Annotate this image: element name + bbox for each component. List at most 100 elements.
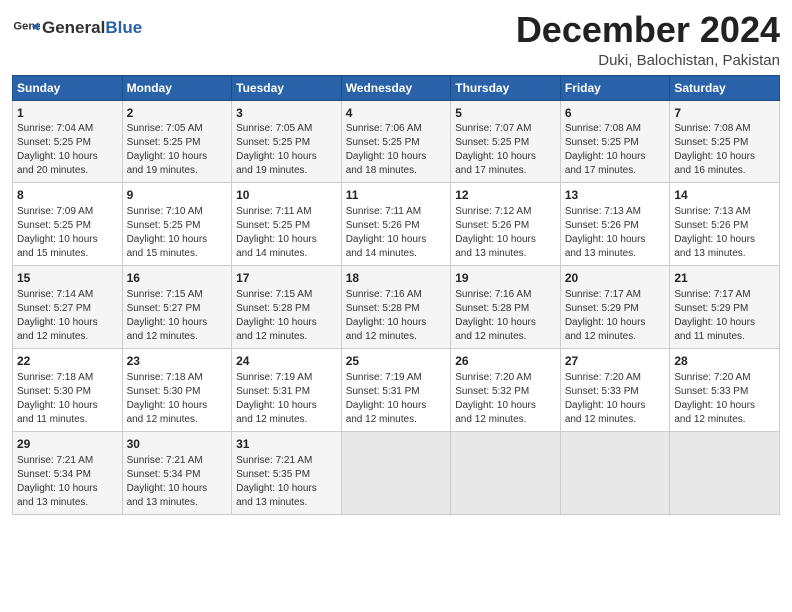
- calendar-cell: 7Sunrise: 7:08 AMSunset: 5:25 PMDaylight…: [670, 100, 780, 183]
- day-number: 23: [127, 353, 228, 370]
- day-number: 7: [674, 105, 775, 122]
- day-info: Sunrise: 7:20 AMSunset: 5:33 PMDaylight:…: [565, 371, 666, 427]
- calendar-cell: 18Sunrise: 7:16 AMSunset: 5:28 PMDayligh…: [341, 266, 451, 349]
- day-number: 29: [17, 436, 118, 453]
- calendar-cell: [670, 431, 780, 514]
- day-info: Sunrise: 7:13 AMSunset: 5:26 PMDaylight:…: [674, 205, 775, 261]
- title-section: December 2024 Duki, Balochistan, Pakista…: [516, 10, 780, 69]
- header-thursday: Thursday: [451, 75, 561, 100]
- day-info: Sunrise: 7:16 AMSunset: 5:28 PMDaylight:…: [346, 288, 447, 344]
- day-info: Sunrise: 7:05 AMSunset: 5:25 PMDaylight:…: [236, 122, 337, 178]
- day-info: Sunrise: 7:04 AMSunset: 5:25 PMDaylight:…: [17, 122, 118, 178]
- day-number: 1: [17, 105, 118, 122]
- day-number: 3: [236, 105, 337, 122]
- day-info: Sunrise: 7:11 AMSunset: 5:26 PMDaylight:…: [346, 205, 447, 261]
- day-number: 30: [127, 436, 228, 453]
- calendar-cell: 21Sunrise: 7:17 AMSunset: 5:29 PMDayligh…: [670, 266, 780, 349]
- day-info: Sunrise: 7:16 AMSunset: 5:28 PMDaylight:…: [455, 288, 556, 344]
- header-tuesday: Tuesday: [232, 75, 342, 100]
- day-number: 13: [565, 187, 666, 204]
- header-saturday: Saturday: [670, 75, 780, 100]
- day-info: Sunrise: 7:19 AMSunset: 5:31 PMDaylight:…: [236, 371, 337, 427]
- day-number: 16: [127, 270, 228, 287]
- calendar-cell: 16Sunrise: 7:15 AMSunset: 5:27 PMDayligh…: [122, 266, 232, 349]
- location: Duki, Balochistan, Pakistan: [516, 52, 780, 69]
- day-info: Sunrise: 7:18 AMSunset: 5:30 PMDaylight:…: [17, 371, 118, 427]
- calendar-cell: 30Sunrise: 7:21 AMSunset: 5:34 PMDayligh…: [122, 431, 232, 514]
- day-number: 9: [127, 187, 228, 204]
- day-number: 18: [346, 270, 447, 287]
- day-number: 22: [17, 353, 118, 370]
- day-info: Sunrise: 7:05 AMSunset: 5:25 PMDaylight:…: [127, 122, 228, 178]
- day-number: 17: [236, 270, 337, 287]
- calendar-cell: 15Sunrise: 7:14 AMSunset: 5:27 PMDayligh…: [13, 266, 123, 349]
- logo-blue: Blue: [105, 18, 142, 37]
- calendar-cell: 8Sunrise: 7:09 AMSunset: 5:25 PMDaylight…: [13, 183, 123, 266]
- calendar-cell: 2Sunrise: 7:05 AMSunset: 5:25 PMDaylight…: [122, 100, 232, 183]
- day-number: 15: [17, 270, 118, 287]
- day-number: 25: [346, 353, 447, 370]
- day-number: 14: [674, 187, 775, 204]
- calendar-cell: 13Sunrise: 7:13 AMSunset: 5:26 PMDayligh…: [560, 183, 670, 266]
- day-info: Sunrise: 7:11 AMSunset: 5:25 PMDaylight:…: [236, 205, 337, 261]
- calendar-cell: 11Sunrise: 7:11 AMSunset: 5:26 PMDayligh…: [341, 183, 451, 266]
- calendar-cell: 24Sunrise: 7:19 AMSunset: 5:31 PMDayligh…: [232, 348, 342, 431]
- calendar-cell: 10Sunrise: 7:11 AMSunset: 5:25 PMDayligh…: [232, 183, 342, 266]
- calendar-cell: 14Sunrise: 7:13 AMSunset: 5:26 PMDayligh…: [670, 183, 780, 266]
- day-number: 2: [127, 105, 228, 122]
- day-info: Sunrise: 7:12 AMSunset: 5:26 PMDaylight:…: [455, 205, 556, 261]
- header-sunday: Sunday: [13, 75, 123, 100]
- day-info: Sunrise: 7:06 AMSunset: 5:25 PMDaylight:…: [346, 122, 447, 178]
- logo: General GeneralBlue: [12, 14, 142, 42]
- logo-general: General: [42, 18, 105, 37]
- calendar-cell: 9Sunrise: 7:10 AMSunset: 5:25 PMDaylight…: [122, 183, 232, 266]
- calendar-cell: 5Sunrise: 7:07 AMSunset: 5:25 PMDaylight…: [451, 100, 561, 183]
- calendar-cell: 25Sunrise: 7:19 AMSunset: 5:31 PMDayligh…: [341, 348, 451, 431]
- day-info: Sunrise: 7:18 AMSunset: 5:30 PMDaylight:…: [127, 371, 228, 427]
- day-number: 24: [236, 353, 337, 370]
- day-info: Sunrise: 7:09 AMSunset: 5:25 PMDaylight:…: [17, 205, 118, 261]
- day-info: Sunrise: 7:19 AMSunset: 5:31 PMDaylight:…: [346, 371, 447, 427]
- calendar-cell: 6Sunrise: 7:08 AMSunset: 5:25 PMDaylight…: [560, 100, 670, 183]
- calendar-week-4: 22Sunrise: 7:18 AMSunset: 5:30 PMDayligh…: [13, 348, 780, 431]
- day-number: 21: [674, 270, 775, 287]
- calendar-table: Sunday Monday Tuesday Wednesday Thursday…: [12, 75, 780, 515]
- day-number: 6: [565, 105, 666, 122]
- calendar-cell: 29Sunrise: 7:21 AMSunset: 5:34 PMDayligh…: [13, 431, 123, 514]
- calendar-week-2: 8Sunrise: 7:09 AMSunset: 5:25 PMDaylight…: [13, 183, 780, 266]
- day-number: 19: [455, 270, 556, 287]
- day-info: Sunrise: 7:20 AMSunset: 5:33 PMDaylight:…: [674, 371, 775, 427]
- day-info: Sunrise: 7:17 AMSunset: 5:29 PMDaylight:…: [565, 288, 666, 344]
- day-number: 10: [236, 187, 337, 204]
- day-info: Sunrise: 7:17 AMSunset: 5:29 PMDaylight:…: [674, 288, 775, 344]
- day-info: Sunrise: 7:21 AMSunset: 5:35 PMDaylight:…: [236, 454, 337, 510]
- calendar-cell: 12Sunrise: 7:12 AMSunset: 5:26 PMDayligh…: [451, 183, 561, 266]
- calendar-week-5: 29Sunrise: 7:21 AMSunset: 5:34 PMDayligh…: [13, 431, 780, 514]
- weekday-header-row: Sunday Monday Tuesday Wednesday Thursday…: [13, 75, 780, 100]
- calendar-cell: [341, 431, 451, 514]
- day-info: Sunrise: 7:21 AMSunset: 5:34 PMDaylight:…: [17, 454, 118, 510]
- day-info: Sunrise: 7:10 AMSunset: 5:25 PMDaylight:…: [127, 205, 228, 261]
- day-number: 4: [346, 105, 447, 122]
- header-friday: Friday: [560, 75, 670, 100]
- day-info: Sunrise: 7:08 AMSunset: 5:25 PMDaylight:…: [565, 122, 666, 178]
- day-number: 12: [455, 187, 556, 204]
- calendar-cell: 27Sunrise: 7:20 AMSunset: 5:33 PMDayligh…: [560, 348, 670, 431]
- day-number: 20: [565, 270, 666, 287]
- day-info: Sunrise: 7:15 AMSunset: 5:28 PMDaylight:…: [236, 288, 337, 344]
- day-info: Sunrise: 7:07 AMSunset: 5:25 PMDaylight:…: [455, 122, 556, 178]
- day-number: 31: [236, 436, 337, 453]
- calendar-cell: 1Sunrise: 7:04 AMSunset: 5:25 PMDaylight…: [13, 100, 123, 183]
- day-info: Sunrise: 7:20 AMSunset: 5:32 PMDaylight:…: [455, 371, 556, 427]
- day-number: 28: [674, 353, 775, 370]
- calendar-cell: 23Sunrise: 7:18 AMSunset: 5:30 PMDayligh…: [122, 348, 232, 431]
- month-title: December 2024: [516, 10, 780, 50]
- day-number: 11: [346, 187, 447, 204]
- day-info: Sunrise: 7:15 AMSunset: 5:27 PMDaylight:…: [127, 288, 228, 344]
- day-info: Sunrise: 7:08 AMSunset: 5:25 PMDaylight:…: [674, 122, 775, 178]
- day-number: 27: [565, 353, 666, 370]
- day-number: 5: [455, 105, 556, 122]
- calendar-cell: 17Sunrise: 7:15 AMSunset: 5:28 PMDayligh…: [232, 266, 342, 349]
- calendar-cell: 31Sunrise: 7:21 AMSunset: 5:35 PMDayligh…: [232, 431, 342, 514]
- calendar-week-3: 15Sunrise: 7:14 AMSunset: 5:27 PMDayligh…: [13, 266, 780, 349]
